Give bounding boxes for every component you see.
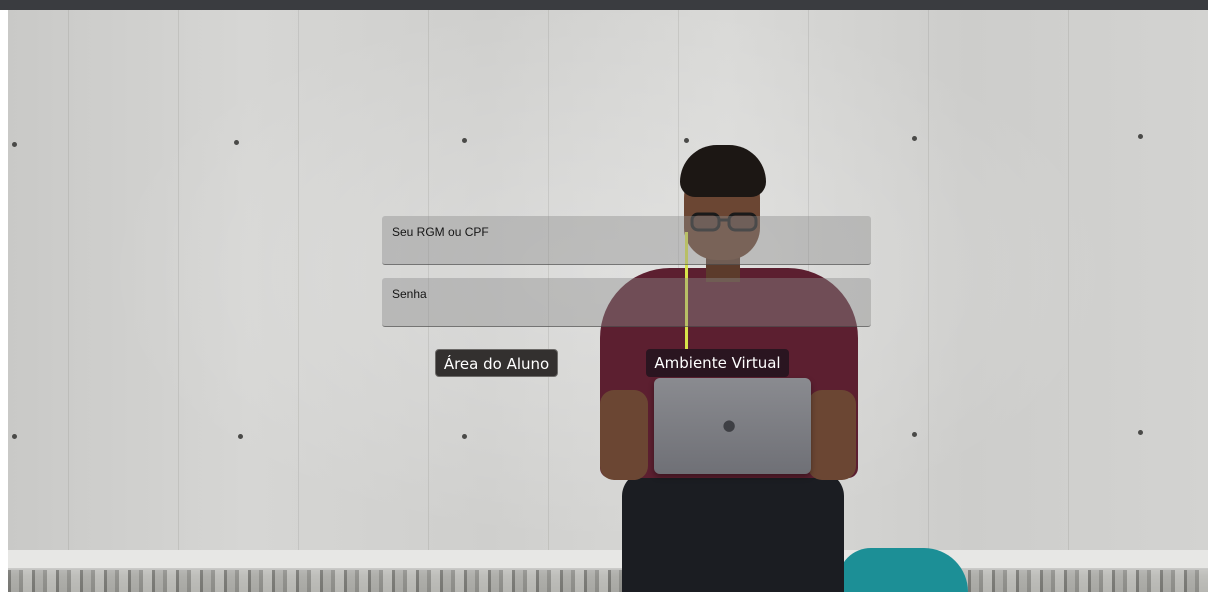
apple-logo-icon: ● [722,416,736,434]
password-input[interactable] [382,278,871,326]
window-top-bar [0,0,1208,10]
virtual-environment-button[interactable]: Ambiente Virtual [646,349,789,377]
student-legs [622,472,844,592]
rgm-or-cpf-field[interactable]: Seu RGM ou CPF [382,216,871,265]
student-hair [680,145,766,197]
student-area-button[interactable]: Área do Aluno [435,349,558,377]
backpack [838,548,968,592]
password-field[interactable]: Senha [382,278,871,327]
student-right-arm [808,390,856,480]
window-left-edge [0,10,8,592]
background-photo: ● Seu RGM ou CPF Senha Área do Aluno Amb… [8,10,1208,592]
rgm-or-cpf-input[interactable] [382,216,871,264]
student-left-arm [600,390,648,480]
